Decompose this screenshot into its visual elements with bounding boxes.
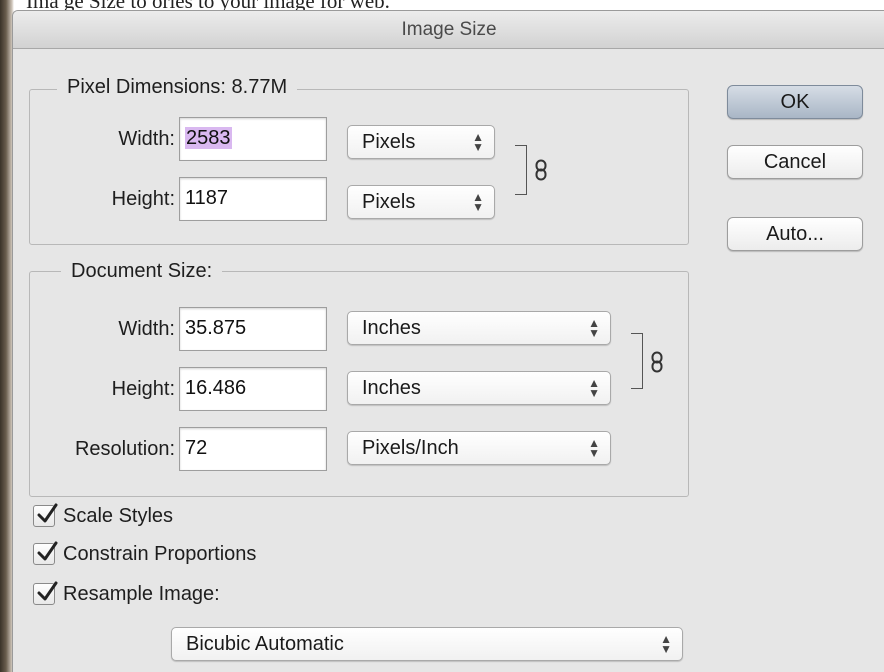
auto-button[interactable]: Auto... (727, 217, 863, 251)
cancel-button[interactable]: Cancel (727, 145, 863, 179)
updown-arrows-icon: ▲ ▼ (588, 376, 600, 400)
pixel-width-unit-label: Pixels (362, 131, 416, 153)
updown-arrows-icon: ▲ ▼ (588, 316, 600, 340)
pixel-width-field[interactable]: 2583 (179, 117, 327, 161)
constrain-proportions-option[interactable]: Constrain Proportions (33, 539, 256, 569)
updown-arrows-icon: ▲ ▼ (588, 436, 600, 460)
image-size-dialog: Image Size Pixel Dimensions: 8.77M Width… (12, 10, 884, 672)
constrain-proportions-checkbox[interactable] (33, 541, 58, 565)
pixel-height-label: Height: (111, 188, 175, 210)
pixel-dimensions-legend: Pixel Dimensions: 8.77M (57, 75, 298, 99)
pixel-width-unit-popup[interactable]: Pixels ▲ ▼ (347, 125, 495, 159)
pixel-height-field[interactable]: 1187 (179, 177, 327, 221)
resolution-unit-label: Pixels/Inch (362, 437, 459, 459)
constrain-bracket (631, 333, 643, 389)
constrain-bracket (515, 145, 527, 195)
constrain-proportions-label: Constrain Proportions (63, 542, 257, 565)
resample-image-option[interactable]: Resample Image: (33, 579, 220, 609)
chain-link-icon (651, 351, 663, 378)
resample-method-label: Bicubic Automatic (186, 633, 344, 655)
checkmark-icon (37, 541, 58, 561)
doc-width-field[interactable]: 35.875 (179, 307, 327, 351)
pixel-dimensions-value: 8.77M (231, 76, 288, 98)
checkmark-icon (37, 503, 58, 523)
scale-styles-checkbox[interactable] (33, 503, 58, 527)
resolution-unit-popup[interactable]: Pixels/Inch ▲ ▼ (347, 431, 611, 465)
ok-button[interactable]: OK (727, 85, 863, 119)
pixel-height-unit-label: Pixels (362, 191, 416, 213)
updown-arrows-icon: ▲ ▼ (472, 190, 484, 214)
doc-height-field[interactable]: 16.486 (179, 367, 327, 411)
doc-height-label: Height: (111, 378, 175, 400)
doc-height-unit-popup[interactable]: Inches ▲ ▼ (347, 371, 611, 405)
pixel-height-unit-popup[interactable]: Pixels ▲ ▼ (347, 185, 495, 219)
pixel-dimensions-group (29, 89, 689, 245)
dialog-title: Image Size (13, 11, 884, 49)
resample-image-checkbox[interactable] (33, 581, 58, 605)
scale-styles-label: Scale Styles (63, 504, 174, 527)
pixel-dimensions-label: Pixel Dimensions: (67, 76, 226, 98)
resolution-label: Resolution: (74, 438, 175, 460)
scale-styles-option[interactable]: Scale Styles (33, 501, 173, 531)
pixel-width-value: 2583 (185, 127, 232, 149)
updown-arrows-icon: ▲ ▼ (472, 130, 484, 154)
resample-image-label: Resample Image: (63, 582, 220, 605)
checkmark-icon (37, 581, 58, 601)
doc-width-unit-popup[interactable]: Inches ▲ ▼ (347, 311, 611, 345)
doc-height-unit-label: Inches (362, 377, 421, 399)
doc-width-label: Width: (118, 318, 175, 340)
document-size-legend: Document Size: (61, 259, 223, 283)
pixel-width-label: Width: (118, 128, 175, 150)
resolution-field[interactable]: 72 (179, 427, 327, 471)
doc-width-unit-label: Inches (362, 317, 421, 339)
updown-arrows-icon: ▲ ▼ (660, 632, 672, 656)
resample-method-popup[interactable]: Bicubic Automatic ▲ ▼ (171, 627, 683, 661)
chain-link-icon (535, 159, 547, 186)
